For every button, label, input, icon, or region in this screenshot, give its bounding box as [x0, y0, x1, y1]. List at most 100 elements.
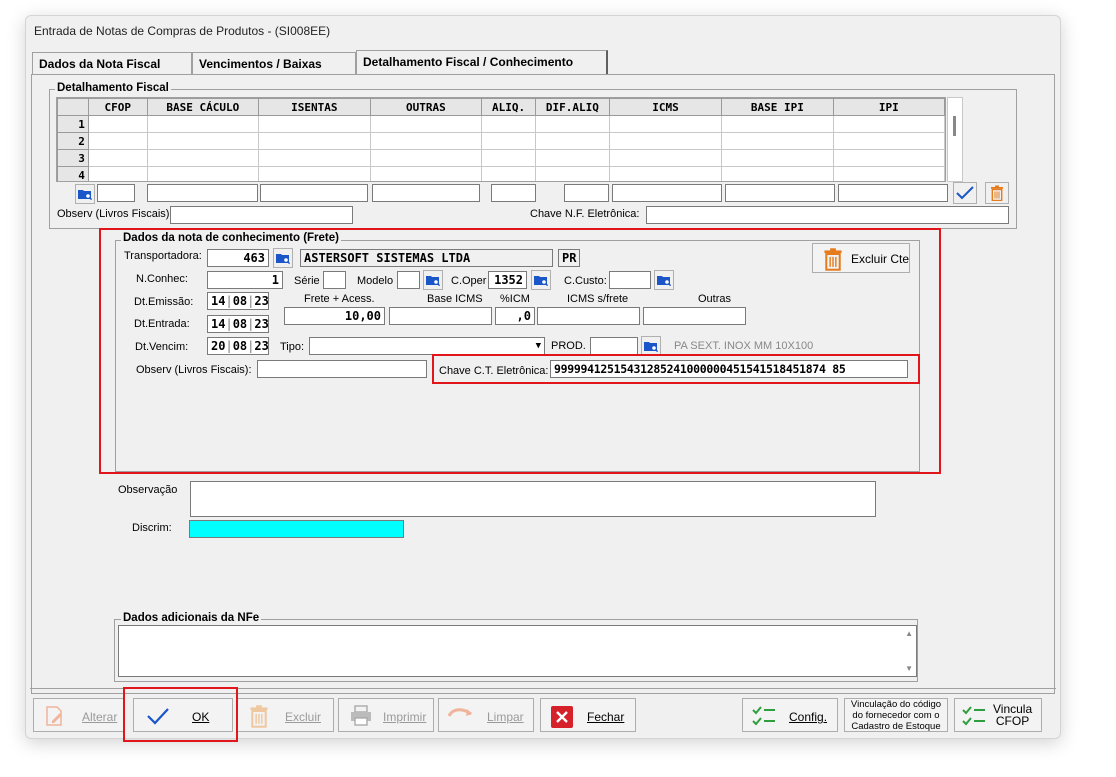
- col-header[interactable]: DIF.ALIQ: [534, 98, 610, 116]
- grid-cell[interactable]: [608, 115, 723, 133]
- grid-cell[interactable]: [608, 166, 723, 181]
- grid-cell[interactable]: [832, 115, 945, 133]
- observacao-label: Observação: [118, 484, 178, 496]
- close-icon: [551, 706, 573, 728]
- imprimir-label: Imprimir: [383, 710, 427, 724]
- scroll-up-icon[interactable]: ▲: [905, 629, 913, 638]
- col-header[interactable]: OUTRAS: [369, 98, 483, 116]
- confirm-row-button[interactable]: [953, 182, 977, 204]
- total-base-calculo-field[interactable]: [147, 184, 258, 202]
- fiscal-grid[interactable]: CFOP BASE CÁCULO ISENTAS OUTRAS ALIQ. DI…: [56, 97, 946, 182]
- col-header[interactable]: ICMS: [608, 98, 723, 116]
- vinculacao-label-line: Vinculação do código: [850, 698, 942, 710]
- grid-cell[interactable]: [481, 132, 536, 150]
- grid-cell-selected[interactable]: [87, 115, 148, 133]
- grid-cell[interactable]: [369, 115, 483, 133]
- frete-highlight-box: [99, 228, 941, 474]
- tab-vencimentos-baixas[interactable]: Vencimentos / Baixas: [192, 52, 356, 74]
- checkmark-icon: [956, 186, 974, 200]
- grid-cell[interactable]: [258, 166, 371, 181]
- grid-cell[interactable]: [369, 132, 483, 150]
- folder-search-icon: [78, 190, 93, 201]
- grid-cell[interactable]: [721, 132, 834, 150]
- scroll-down-icon[interactable]: ▼: [905, 664, 913, 673]
- table-row[interactable]: 4: [57, 166, 945, 181]
- grid-cell[interactable]: [146, 149, 260, 167]
- grid-vertical-scrollbar[interactable]: [947, 97, 963, 182]
- total-cfop-field[interactable]: [97, 184, 135, 202]
- grid-cell[interactable]: [481, 166, 536, 181]
- grid-cell[interactable]: [534, 132, 610, 150]
- scrollbar-thumb[interactable]: [953, 116, 956, 136]
- limpar-button[interactable]: Limpar: [438, 698, 534, 732]
- grid-cell[interactable]: [534, 149, 610, 167]
- grid-cell[interactable]: [369, 166, 483, 181]
- table-row[interactable]: 2: [57, 132, 945, 150]
- total-outras-field[interactable]: [372, 184, 480, 202]
- grid-cell[interactable]: [87, 166, 148, 181]
- grid-cell[interactable]: [146, 132, 260, 150]
- grid-cell[interactable]: [721, 166, 834, 181]
- tab-detalhamento-fiscal[interactable]: Detalhamento Fiscal / Conhecimento: [356, 50, 608, 74]
- config-button[interactable]: Config.: [742, 698, 838, 732]
- vincula-cfop-button[interactable]: Vincula CFOP: [954, 698, 1042, 732]
- col-header[interactable]: CFOP: [87, 98, 148, 116]
- grid-cell[interactable]: [832, 166, 945, 181]
- col-header[interactable]: BASE IPI: [721, 98, 834, 116]
- grid-cell[interactable]: [721, 115, 834, 133]
- grid-cell[interactable]: [258, 132, 371, 150]
- total-aliq-field[interactable]: [491, 184, 536, 202]
- vinculacao-button[interactable]: Vinculação do código do fornecedor com o…: [844, 698, 948, 732]
- cfop-search-button[interactable]: [75, 184, 95, 204]
- observacao-field[interactable]: [190, 481, 876, 517]
- checklist-icon: [752, 706, 775, 726]
- grid-cell[interactable]: [481, 149, 536, 167]
- grid-cell[interactable]: [534, 115, 610, 133]
- chave-nfe-label: Chave N.F. Eletrônica:: [530, 208, 640, 220]
- total-base-ipi-field[interactable]: [725, 184, 835, 202]
- chave-nfe-field[interactable]: [646, 206, 1009, 224]
- grid-header-row: CFOP BASE CÁCULO ISENTAS OUTRAS ALIQ. DI…: [57, 98, 945, 116]
- tab-dados-nota-fiscal[interactable]: Dados da Nota Fiscal: [32, 52, 192, 74]
- grid-cell[interactable]: [87, 132, 148, 150]
- grid-cell[interactable]: [534, 166, 610, 181]
- col-header[interactable]: ISENTAS: [258, 98, 371, 116]
- grid-cell[interactable]: [146, 166, 260, 181]
- nfe-legend: Dados adicionais da NFe: [121, 612, 262, 624]
- total-ipi-field[interactable]: [838, 184, 948, 202]
- alterar-label: Alterar: [82, 710, 118, 724]
- config-label: Config.: [789, 710, 828, 724]
- grid-cell[interactable]: [832, 149, 945, 167]
- alterar-button[interactable]: Alterar: [33, 698, 125, 732]
- grid-cell[interactable]: [146, 115, 260, 133]
- grid-cell[interactable]: [258, 115, 371, 133]
- grid-cell[interactable]: [608, 132, 723, 150]
- col-header[interactable]: ALIQ.: [481, 98, 536, 116]
- grid-cell[interactable]: [832, 132, 945, 150]
- nfe-dados-adicionais-field[interactable]: ▲ ▼: [118, 625, 917, 677]
- col-header[interactable]: IPI: [832, 98, 945, 116]
- table-row[interactable]: 3: [57, 149, 945, 167]
- table-row[interactable]: 1: [57, 115, 945, 133]
- col-header[interactable]: BASE CÁCULO: [146, 98, 260, 116]
- delete-row-button[interactable]: [985, 182, 1009, 204]
- fechar-button[interactable]: Fechar: [540, 698, 636, 732]
- observ-livros-field[interactable]: [170, 206, 353, 224]
- grid-cell[interactable]: [369, 149, 483, 167]
- total-dif-aliq-field[interactable]: [564, 184, 609, 202]
- total-icms-field[interactable]: [612, 184, 722, 202]
- fechar-label: Fechar: [587, 710, 625, 724]
- discrim-label: Discrim:: [132, 522, 172, 534]
- grid-cell[interactable]: [258, 149, 371, 167]
- ok-highlight-box: [123, 687, 238, 742]
- grid-cell[interactable]: [608, 149, 723, 167]
- row-number: 4: [57, 166, 89, 181]
- trash-icon: [250, 705, 268, 728]
- grid-cell[interactable]: [87, 149, 148, 167]
- grid-cell[interactable]: [721, 149, 834, 167]
- total-isentas-field[interactable]: [260, 184, 368, 202]
- excluir-button[interactable]: Excluir: [236, 698, 334, 732]
- grid-cell[interactable]: [481, 115, 536, 133]
- discrim-field[interactable]: [189, 520, 404, 538]
- imprimir-button[interactable]: Imprimir: [338, 698, 434, 732]
